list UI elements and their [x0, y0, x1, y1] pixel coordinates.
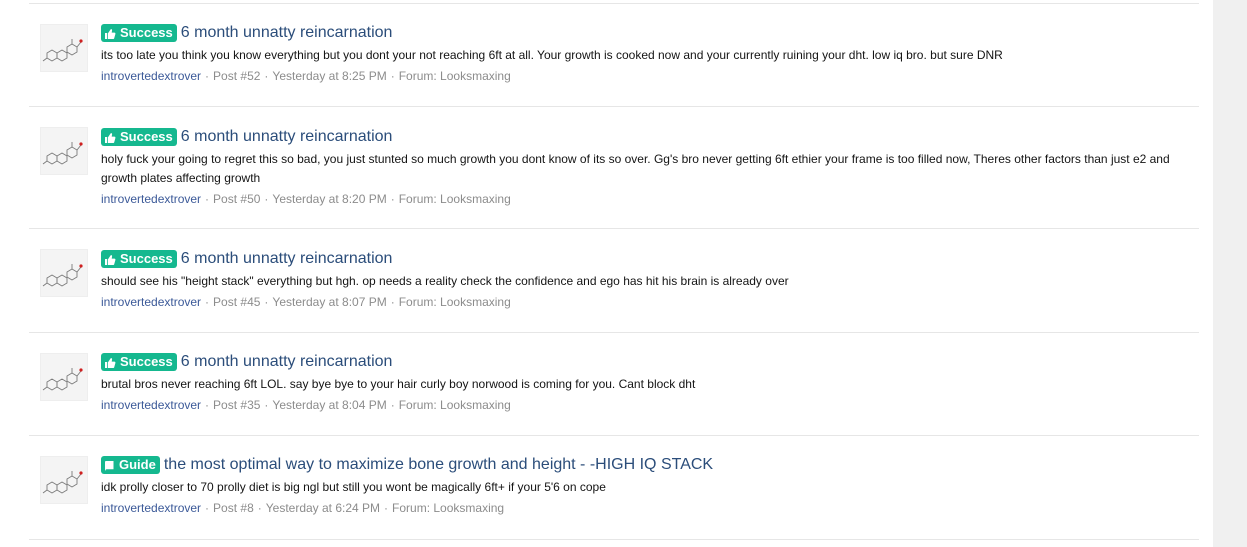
post-meta: introvertedextrover · Post #45 · Yesterday a… — [101, 294, 1191, 310]
separator-dot: · — [205, 398, 210, 412]
post-number: Post #45 — [213, 295, 261, 309]
search-result: Success 6 month unnatty reincarnation ho… — [29, 107, 1199, 229]
post-snippet: should see his "height stack" everything… — [101, 274, 789, 288]
avatar[interactable] — [40, 353, 88, 401]
search-results-panel: Success 6 month unnatty reincarnation it… — [0, 0, 1213, 547]
post-time: Yesterday at 8:04 PM — [272, 398, 387, 412]
post-time: Yesterday at 8:20 PM — [272, 192, 387, 206]
search-result: Success 6 month unnatty reincarnation sh… — [29, 229, 1199, 333]
label-text: Success — [120, 129, 173, 144]
thumbs-up-icon — [104, 27, 116, 45]
label-text: Guide — [119, 457, 156, 472]
username-link[interactable]: introvertedextrover — [101, 192, 201, 206]
separator-dot: · — [264, 295, 269, 309]
username-link[interactable]: introvertedextrover — [101, 295, 201, 309]
label-text: Success — [120, 251, 173, 266]
separator-dot: · — [205, 69, 210, 83]
forum-name: Forum: Looksmaxing — [398, 398, 511, 412]
search-result: Success 6 month unnatty reincarnation it… — [29, 4, 1199, 107]
post-number: Post #52 — [213, 69, 261, 83]
book-icon — [104, 459, 115, 477]
search-result: Guide the most optimal way to maximize b… — [29, 436, 1199, 540]
post-meta: introvertedextrover · Post #35 · Yesterday a… — [101, 397, 1191, 413]
thumbs-up-icon — [104, 356, 116, 374]
thread-title-link[interactable]: 6 month unnatty reincarnation — [181, 128, 393, 145]
separator-dot: · — [205, 192, 210, 206]
username-link[interactable]: introvertedextrover — [101, 398, 201, 412]
forum-name: Forum: Looksmaxing — [398, 295, 511, 309]
separator-dot: · — [390, 398, 395, 412]
forum-name: Forum: Looksmaxing — [398, 192, 511, 206]
molecule-icon — [42, 39, 83, 62]
label-badge[interactable]: Success — [101, 128, 177, 146]
post-time: Yesterday at 8:25 PM — [272, 69, 387, 83]
label-text: Success — [120, 354, 173, 369]
post-number: Post #35 — [213, 398, 261, 412]
avatar[interactable] — [40, 456, 88, 504]
post-meta: introvertedextrover · Post #8 · Yesterday at… — [101, 500, 1191, 516]
molecule-icon — [42, 142, 83, 165]
forum-name: Forum: Looksmaxing — [392, 501, 505, 515]
label-badge[interactable]: Success — [101, 353, 177, 371]
label-badge[interactable]: Success — [101, 24, 177, 42]
thread-title-link[interactable]: 6 month unnatty reincarnation — [181, 250, 393, 267]
post-meta: introvertedextrover · Post #50 · Yesterday a… — [101, 191, 1191, 207]
label-text: Success — [120, 25, 173, 40]
molecule-icon — [42, 471, 83, 494]
forum-name: Forum: Looksmaxing — [398, 69, 511, 83]
separator-dot: · — [205, 501, 210, 515]
molecule-icon — [42, 264, 83, 287]
separator-dot: · — [264, 192, 269, 206]
thumbs-up-icon — [104, 131, 116, 149]
thread-title-link[interactable]: 6 month unnatty reincarnation — [181, 353, 393, 370]
post-snippet: its too late you think you know everythi… — [101, 48, 1003, 62]
separator-dot: · — [264, 69, 269, 83]
label-badge[interactable]: Guide — [101, 456, 160, 474]
avatar[interactable] — [40, 127, 88, 175]
thread-title-link[interactable]: 6 month unnatty reincarnation — [181, 24, 393, 41]
username-link[interactable]: introvertedextrover — [101, 501, 201, 515]
avatar[interactable] — [40, 249, 88, 297]
molecule-icon — [42, 368, 83, 391]
separator-dot: · — [384, 501, 389, 515]
thumbs-up-icon — [104, 253, 116, 271]
post-number: Post #8 — [213, 501, 254, 515]
separator-dot: · — [264, 398, 269, 412]
label-badge[interactable]: Success — [101, 250, 177, 268]
post-time: Yesterday at 8:07 PM — [272, 295, 387, 309]
separator-dot: · — [257, 501, 262, 515]
post-number: Post #50 — [213, 192, 261, 206]
post-snippet: brutal bros never reaching 6ft LOL. say … — [101, 377, 696, 391]
separator-dot: · — [390, 295, 395, 309]
post-snippet: holy fuck your going to regret this so b… — [101, 152, 1170, 185]
separator-dot: · — [205, 295, 210, 309]
post-time: Yesterday at 6:24 PM — [265, 501, 381, 515]
post-meta: introvertedextrover · Post #52 · Yesterday a… — [101, 68, 1191, 84]
search-result: Success 6 month unnatty reincarnation br… — [29, 333, 1199, 436]
username-link[interactable]: introvertedextrover — [101, 69, 201, 83]
separator-dot: · — [390, 69, 395, 83]
separator-dot: · — [390, 192, 395, 206]
post-snippet: idk prolly closer to 70 prolly diet is b… — [101, 480, 606, 494]
thread-title-link[interactable]: the most optimal way to maximize bone gr… — [164, 456, 713, 473]
avatar[interactable] — [40, 24, 88, 72]
